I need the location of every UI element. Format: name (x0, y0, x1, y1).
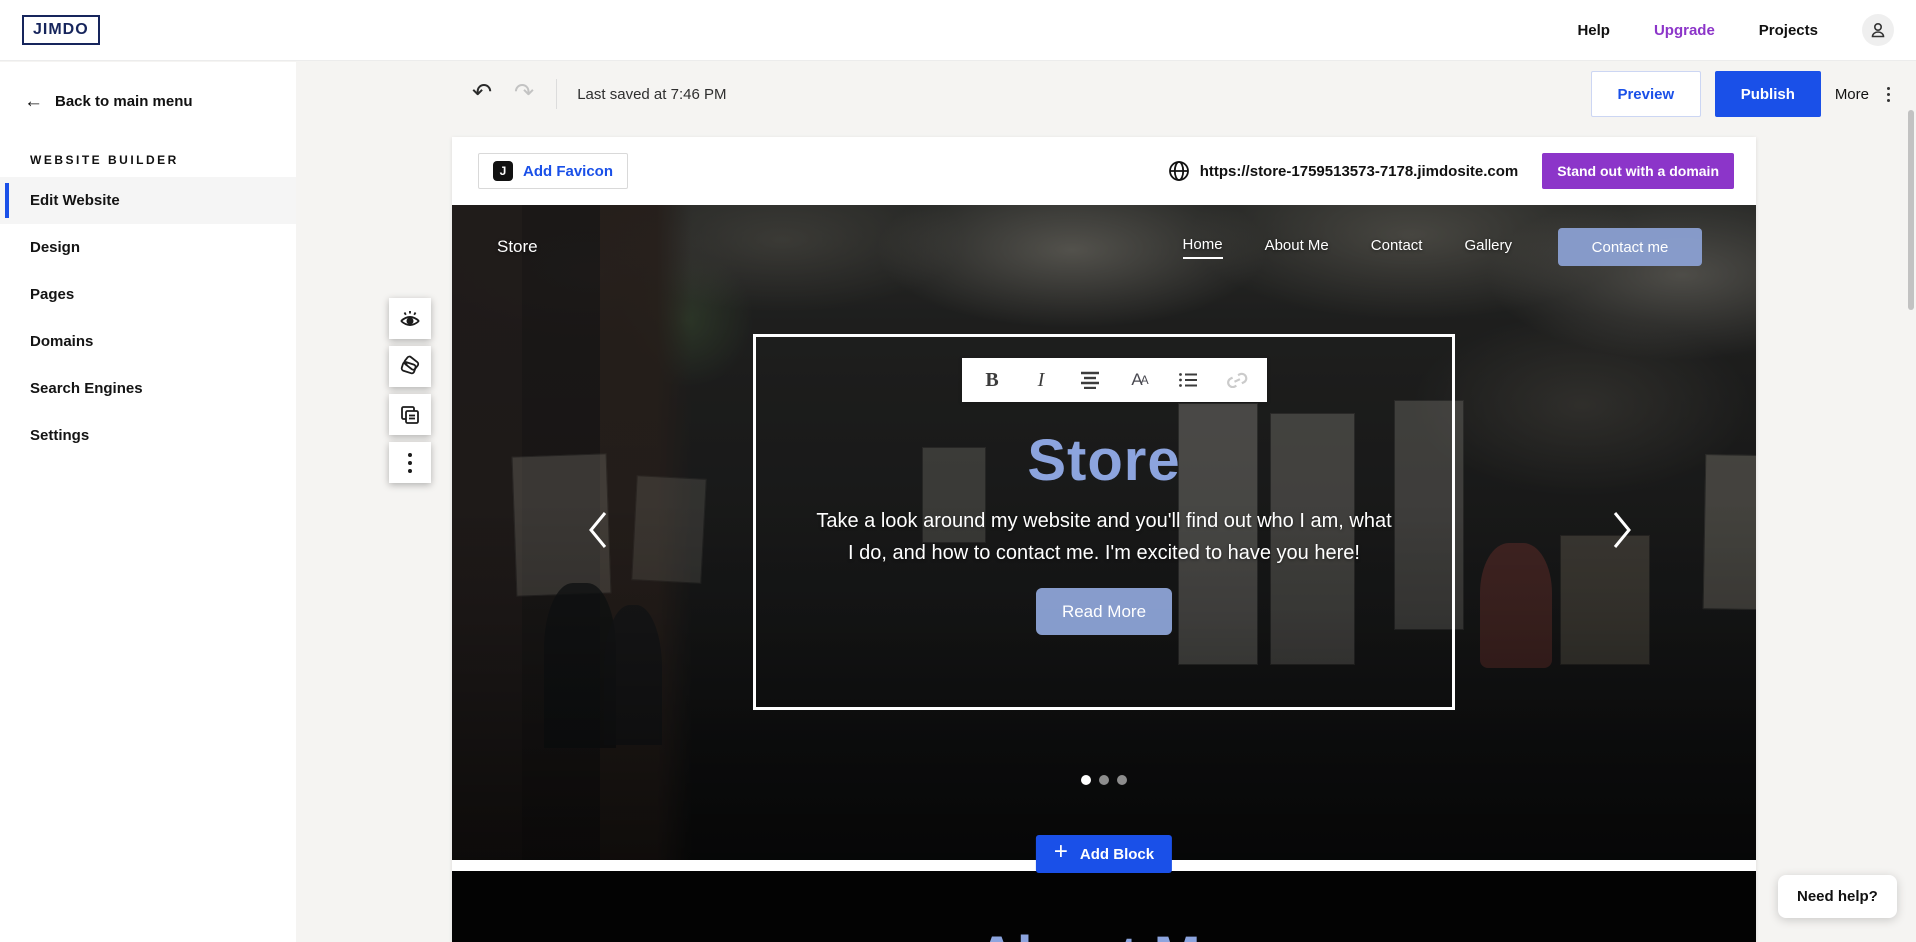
copy-icon (399, 404, 421, 426)
list-icon[interactable] (1177, 369, 1199, 391)
about-section: About Me (452, 871, 1756, 942)
site-nav-about-me[interactable]: About Me (1265, 237, 1329, 258)
sidebar-item-label: Domains (30, 333, 93, 350)
sidebar-item-label: Pages (30, 286, 74, 303)
edit-toolbar: ↶ ↶ Last saved at 7:46 PM Preview Publis… (296, 62, 1916, 126)
back-to-main-menu[interactable]: ← Back to main menu (0, 62, 296, 111)
more-menu[interactable]: More (1835, 83, 1894, 106)
block-more-button[interactable] (389, 442, 431, 483)
site-url: https://store-1759513573-7178.jimdosite.… (1200, 163, 1518, 180)
carousel-next-icon[interactable] (1610, 510, 1634, 550)
sidebar-item-settings[interactable]: Settings (0, 412, 296, 459)
swatches-icon (398, 355, 422, 379)
last-saved-status: Last saved at 7:46 PM (577, 86, 726, 103)
sidebar-item-label: Search Engines (30, 380, 143, 397)
kebab-menu-icon (408, 453, 412, 473)
toolbar-divider (556, 79, 557, 109)
publish-button[interactable]: Publish (1715, 71, 1821, 117)
add-block-button[interactable]: + Add Block (1036, 835, 1172, 873)
hero-body-text[interactable]: Take a look around my website and you'll… (814, 505, 1394, 569)
sidebar-item-domains[interactable]: Domains (0, 318, 296, 365)
link-icon[interactable] (1226, 369, 1248, 391)
site-url-group[interactable]: https://store-1759513573-7178.jimdosite.… (1168, 160, 1518, 182)
back-label: Back to main menu (55, 93, 193, 110)
align-center-icon[interactable] (1079, 369, 1101, 391)
carousel-dot-3[interactable] (1117, 775, 1127, 785)
jimdo-logo-text: JIMDO (33, 21, 89, 38)
domain-bar: https://store-1759513573-7178.jimdosite.… (1168, 153, 1734, 189)
page-scrollbar[interactable] (1906, 62, 1916, 942)
eye-icon (398, 308, 422, 330)
italic-icon[interactable]: I (1030, 369, 1052, 391)
history-controls: ↶ ↶ (472, 80, 534, 109)
carousel-dot-1[interactable] (1081, 775, 1091, 785)
scrollbar-thumb[interactable] (1908, 110, 1914, 310)
block-tools (389, 298, 431, 483)
sidebar-section-title: WEBSITE BUILDER (0, 111, 296, 177)
sidebar: ← Back to main menu WEBSITE BUILDER Edit… (0, 62, 296, 942)
site-nav-gallery[interactable]: Gallery (1464, 237, 1512, 258)
font-style-icon[interactable]: AA (1128, 369, 1150, 391)
site-brand[interactable]: Store (497, 237, 538, 257)
sidebar-item-pages[interactable]: Pages (0, 271, 296, 318)
site-nav-home[interactable]: Home (1183, 236, 1223, 259)
globe-icon (1168, 160, 1190, 182)
undo-icon[interactable]: ↶ (472, 78, 492, 107)
help-link[interactable]: Help (1577, 22, 1610, 39)
account-avatar[interactable] (1862, 14, 1894, 46)
more-label: More (1835, 86, 1869, 103)
projects-link[interactable]: Projects (1759, 22, 1818, 39)
site-nav-contact[interactable]: Contact (1371, 237, 1423, 258)
sidebar-item-edit-website[interactable]: Edit Website (0, 177, 296, 224)
favicon-badge-icon: J (493, 161, 513, 181)
sidebar-item-label: Design (30, 239, 80, 256)
website-canvas: J Add Favicon https://store-1759513573-7… (452, 137, 1756, 942)
plus-icon: + (1054, 840, 1068, 864)
site-nav-links: Home About Me Contact Gallery (1183, 236, 1512, 259)
carousel-prev-icon[interactable] (586, 510, 610, 550)
sidebar-item-label: Edit Website (30, 192, 120, 209)
sidebar-item-design[interactable]: Design (0, 224, 296, 271)
duplicate-block-button[interactable] (389, 394, 431, 435)
design-block-button[interactable] (389, 346, 431, 387)
preview-block-button[interactable] (389, 298, 431, 339)
redo-icon[interactable]: ↶ (514, 78, 534, 107)
add-favicon-label: Add Favicon (523, 163, 613, 180)
preview-button[interactable]: Preview (1591, 71, 1701, 117)
app-header: JIMDO Help Upgrade Projects (0, 0, 1916, 61)
canvas-topbar: J Add Favicon https://store-1759513573-7… (452, 137, 1756, 205)
header-nav: Help Upgrade Projects (1577, 14, 1894, 46)
kebab-menu-icon (1883, 83, 1894, 106)
upgrade-link[interactable]: Upgrade (1654, 22, 1715, 39)
jimdo-logo[interactable]: JIMDO (22, 15, 100, 45)
hero-title[interactable]: Store (452, 427, 1756, 494)
back-arrow-icon: ← (24, 92, 43, 111)
read-more-button[interactable]: Read More (1036, 588, 1172, 635)
carousel-dots (1081, 775, 1127, 785)
need-help-button[interactable]: Need help? (1778, 875, 1897, 918)
user-icon (1868, 20, 1888, 40)
add-favicon-button[interactable]: J Add Favicon (478, 153, 628, 189)
add-block-label: Add Block (1080, 846, 1154, 863)
carousel-dot-2[interactable] (1099, 775, 1109, 785)
sidebar-item-search-engines[interactable]: Search Engines (0, 365, 296, 412)
contact-me-button[interactable]: Contact me (1558, 228, 1702, 266)
sidebar-item-label: Settings (30, 427, 89, 444)
text-format-toolbar: B I AA (962, 358, 1267, 402)
publish-controls: Preview Publish More (1591, 71, 1894, 117)
site-navbar: Store Home About Me Contact Gallery Cont… (452, 205, 1756, 289)
bold-icon[interactable]: B (981, 369, 1003, 391)
about-section-title: About Me (452, 923, 1756, 942)
hero-section[interactable]: Store Home About Me Contact Gallery Cont… (452, 205, 1756, 860)
domain-cta-button[interactable]: Stand out with a domain (1542, 153, 1734, 189)
